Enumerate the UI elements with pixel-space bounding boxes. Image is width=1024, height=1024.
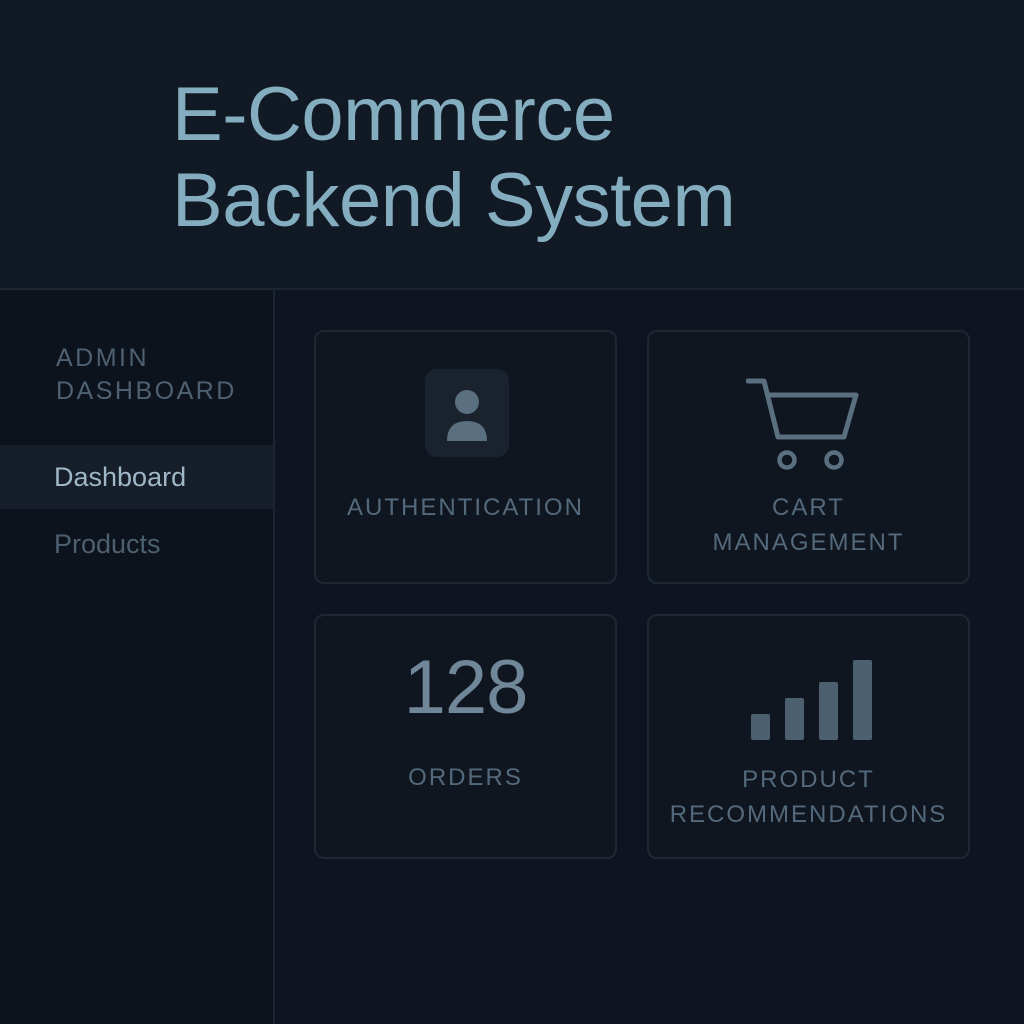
- orders-card[interactable]: 128 ORDERS: [314, 614, 617, 859]
- user-icon: [425, 369, 509, 457]
- page-title: E-Commerce Backend System: [172, 72, 736, 244]
- sidebar-heading-line-2: DASHBOARD: [56, 377, 237, 405]
- product-recommendations-label: PRODUCT RECOMMENDATIONS: [649, 762, 968, 832]
- cart-management-label: CART MANAGEMENT: [649, 490, 968, 560]
- orders-count: 128: [403, 645, 529, 730]
- page-title-line-2: Backend System: [172, 158, 736, 243]
- page-title-line-1: E-Commerce: [172, 72, 615, 157]
- sidebar-heading-line-1: ADMIN: [56, 344, 150, 372]
- page-header: E-Commerce Backend System: [0, 0, 1024, 290]
- bar-chart-icon: [749, 658, 875, 747]
- authentication-card[interactable]: AUTHENTICATION: [314, 330, 617, 584]
- sidebar-heading: ADMIN DASHBOARD: [56, 342, 237, 408]
- cart-label-line-1: CART: [772, 494, 845, 521]
- orders-label: ORDERS: [408, 764, 523, 791]
- dashboard-page: E-Commerce Backend System ADMIN DASHBOAR…: [0, 0, 1024, 1024]
- recommendations-label-line-2: RECOMMENDATIONS: [669, 801, 948, 828]
- sidebar-item-products[interactable]: Products: [0, 512, 273, 576]
- sidebar: ADMIN DASHBOARD Dashboard Products: [0, 290, 275, 1024]
- authentication-label: AUTHENTICATION: [347, 494, 584, 521]
- shopping-cart-icon: [745, 377, 864, 478]
- sidebar-item-dashboard[interactable]: Dashboard: [0, 445, 273, 509]
- cart-label-line-2: MANAGEMENT: [712, 529, 905, 556]
- cart-management-card[interactable]: CART MANAGEMENT: [647, 330, 970, 584]
- recommendations-label-line-1: PRODUCT: [742, 766, 875, 793]
- product-recommendations-card[interactable]: PRODUCT RECOMMENDATIONS: [647, 614, 970, 859]
